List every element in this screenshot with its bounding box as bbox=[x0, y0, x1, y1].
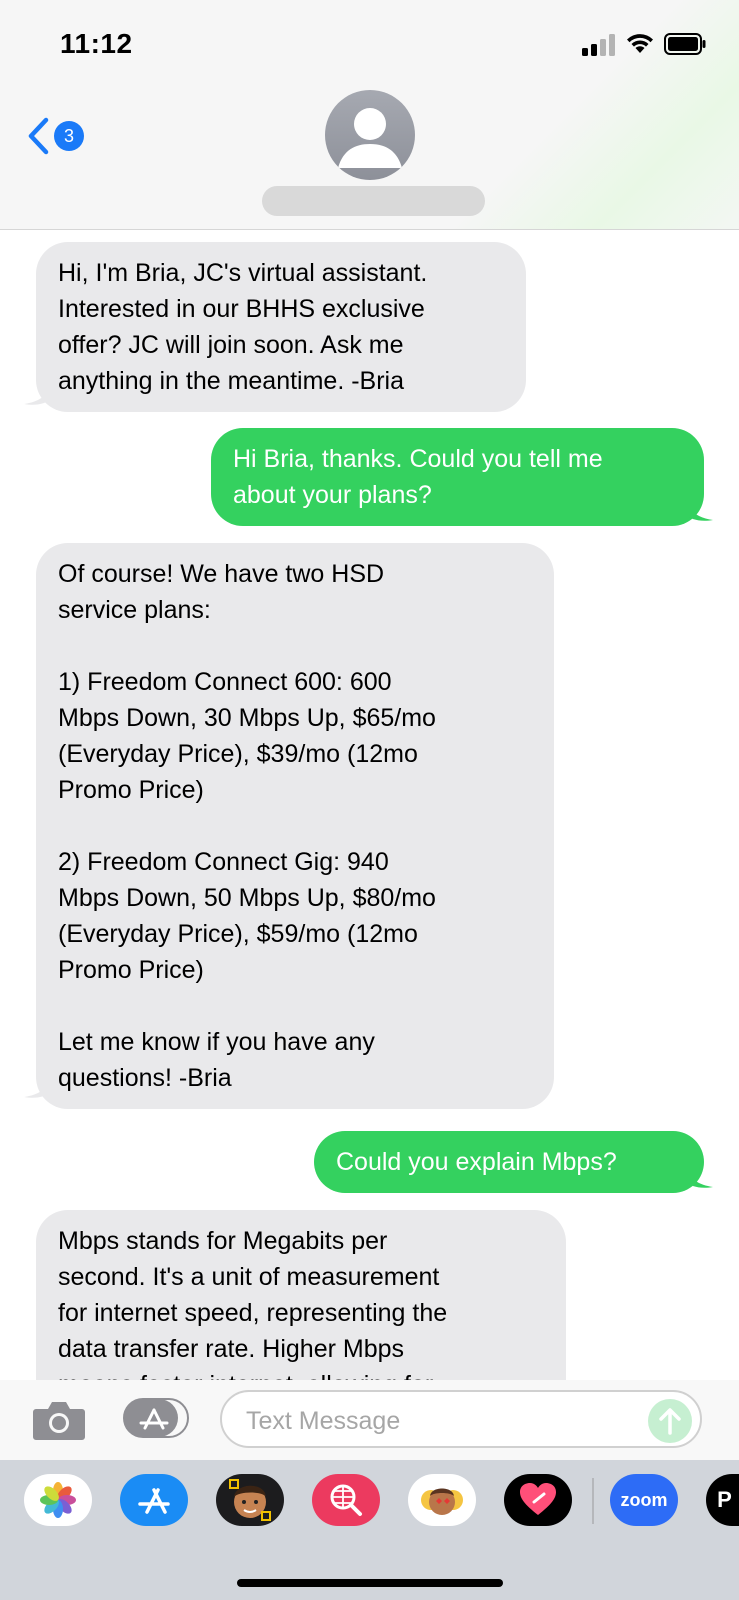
unread-count-badge: 3 bbox=[54, 121, 84, 151]
home-indicator[interactable] bbox=[237, 1579, 503, 1587]
animoji-app-icon[interactable] bbox=[408, 1474, 476, 1526]
app-drawer: zoom P bbox=[0, 1460, 739, 1600]
digital-touch-app-icon[interactable] bbox=[504, 1474, 572, 1526]
camera-icon[interactable] bbox=[32, 1399, 86, 1441]
photos-flower-icon bbox=[40, 1482, 76, 1518]
paypal-app-icon[interactable]: P bbox=[706, 1474, 739, 1526]
compose-bar bbox=[0, 1380, 739, 1460]
message-input[interactable] bbox=[244, 1404, 628, 1438]
app-store-icon[interactable] bbox=[120, 1474, 188, 1526]
message-input-box[interactable] bbox=[220, 1390, 702, 1448]
zoom-app-icon[interactable]: zoom bbox=[610, 1474, 678, 1526]
app-store-a-icon bbox=[138, 1488, 170, 1514]
photos-app-icon[interactable] bbox=[24, 1474, 92, 1526]
bubble-tail bbox=[24, 1077, 52, 1098]
battery-icon bbox=[664, 33, 706, 55]
conversation-header: 11:12 3 bbox=[0, 0, 739, 230]
message-bubble-outgoing[interactable]: Hi Bria, thanks. Could you tell me about… bbox=[211, 428, 704, 526]
paypal-label: P bbox=[717, 1487, 732, 1512]
message-bubble-incoming[interactable]: Of course! We have two HSD service plans… bbox=[36, 543, 554, 1109]
animoji-faces-icon bbox=[421, 1488, 463, 1515]
message-thread: Hi, I'm Bria, JC's virtual assistant. In… bbox=[0, 230, 739, 1380]
zoom-label: zoom bbox=[620, 1489, 668, 1510]
heart-icon bbox=[520, 1483, 556, 1515]
arrow-up-icon bbox=[659, 1408, 681, 1435]
bubble-tail bbox=[24, 384, 52, 405]
bubble-tail bbox=[685, 1167, 713, 1188]
globe-search-icon bbox=[330, 1484, 362, 1516]
bubble-tail bbox=[685, 500, 713, 521]
message-bubble-outgoing[interactable]: Could you explain Mbps? bbox=[314, 1131, 704, 1193]
cellular-signal-icon bbox=[582, 34, 615, 56]
memoji-face-icon bbox=[229, 1479, 271, 1521]
contact-avatar[interactable] bbox=[325, 90, 415, 180]
app-store-drawer-icon[interactable] bbox=[123, 1398, 189, 1438]
back-button[interactable]: 3 bbox=[26, 114, 96, 158]
contact-name-redacted[interactable] bbox=[262, 186, 485, 216]
drawer-divider bbox=[592, 1478, 594, 1524]
message-bubble-incoming[interactable]: Hi, I'm Bria, JC's virtual assistant. In… bbox=[36, 242, 526, 412]
images-search-app-icon[interactable] bbox=[312, 1474, 380, 1526]
chevron-left-icon bbox=[28, 117, 49, 155]
memoji-app-icon[interactable] bbox=[216, 1474, 284, 1526]
wifi-icon bbox=[627, 34, 653, 53]
send-button[interactable] bbox=[648, 1399, 692, 1443]
person-icon bbox=[338, 108, 402, 168]
status-time: 11:12 bbox=[60, 28, 133, 59]
message-bubble-incoming[interactable]: Mbps stands for Megabits per second. It'… bbox=[36, 1210, 566, 1380]
